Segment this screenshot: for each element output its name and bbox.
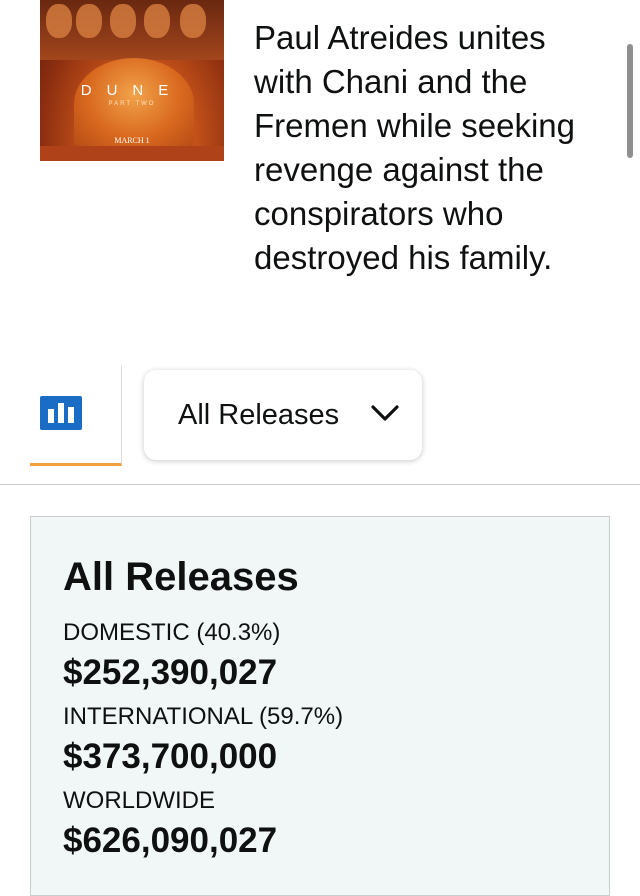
bar-chart-icon	[40, 396, 82, 430]
poster-cast-faces	[40, 0, 224, 60]
poster-title: DUNE	[80, 82, 184, 99]
release-dropdown-value: All Releases	[178, 398, 340, 431]
movie-synopsis: Paul Atreides unites with Chani and the …	[254, 19, 575, 276]
international-gross: $373,700,000	[63, 737, 278, 776]
poster-face	[76, 4, 102, 38]
poster-face	[110, 4, 136, 38]
poster-face	[46, 4, 72, 38]
tab-chart-view[interactable]	[30, 366, 122, 466]
worldwide-label: WORLDWIDE	[63, 787, 215, 814]
section-divider	[0, 484, 640, 485]
box-office-summary-card: All Releases DOMESTIC (40.3%) $252,390,0…	[30, 516, 610, 896]
poster-subtitle: PART TWO	[108, 101, 156, 107]
chevron-down-icon	[371, 405, 399, 421]
poster-release-date: MARCH 1	[114, 136, 150, 145]
domestic-label: DOMESTIC (40.3%)	[63, 619, 281, 646]
movie-poster[interactable]: DUNE PART TWO MARCH 1	[40, 0, 224, 161]
worldwide-gross: $626,090,027	[63, 821, 278, 860]
international-label: INTERNATIONAL (59.7%)	[63, 703, 344, 730]
poster-face	[180, 4, 206, 38]
poster-face	[144, 4, 170, 38]
page-scrollbar[interactable]	[627, 44, 633, 158]
domestic-gross: $252,390,027	[63, 653, 278, 692]
poster-ground	[40, 146, 224, 161]
release-dropdown[interactable]: All Releases	[144, 370, 422, 460]
summary-title: All Releases	[63, 555, 299, 599]
